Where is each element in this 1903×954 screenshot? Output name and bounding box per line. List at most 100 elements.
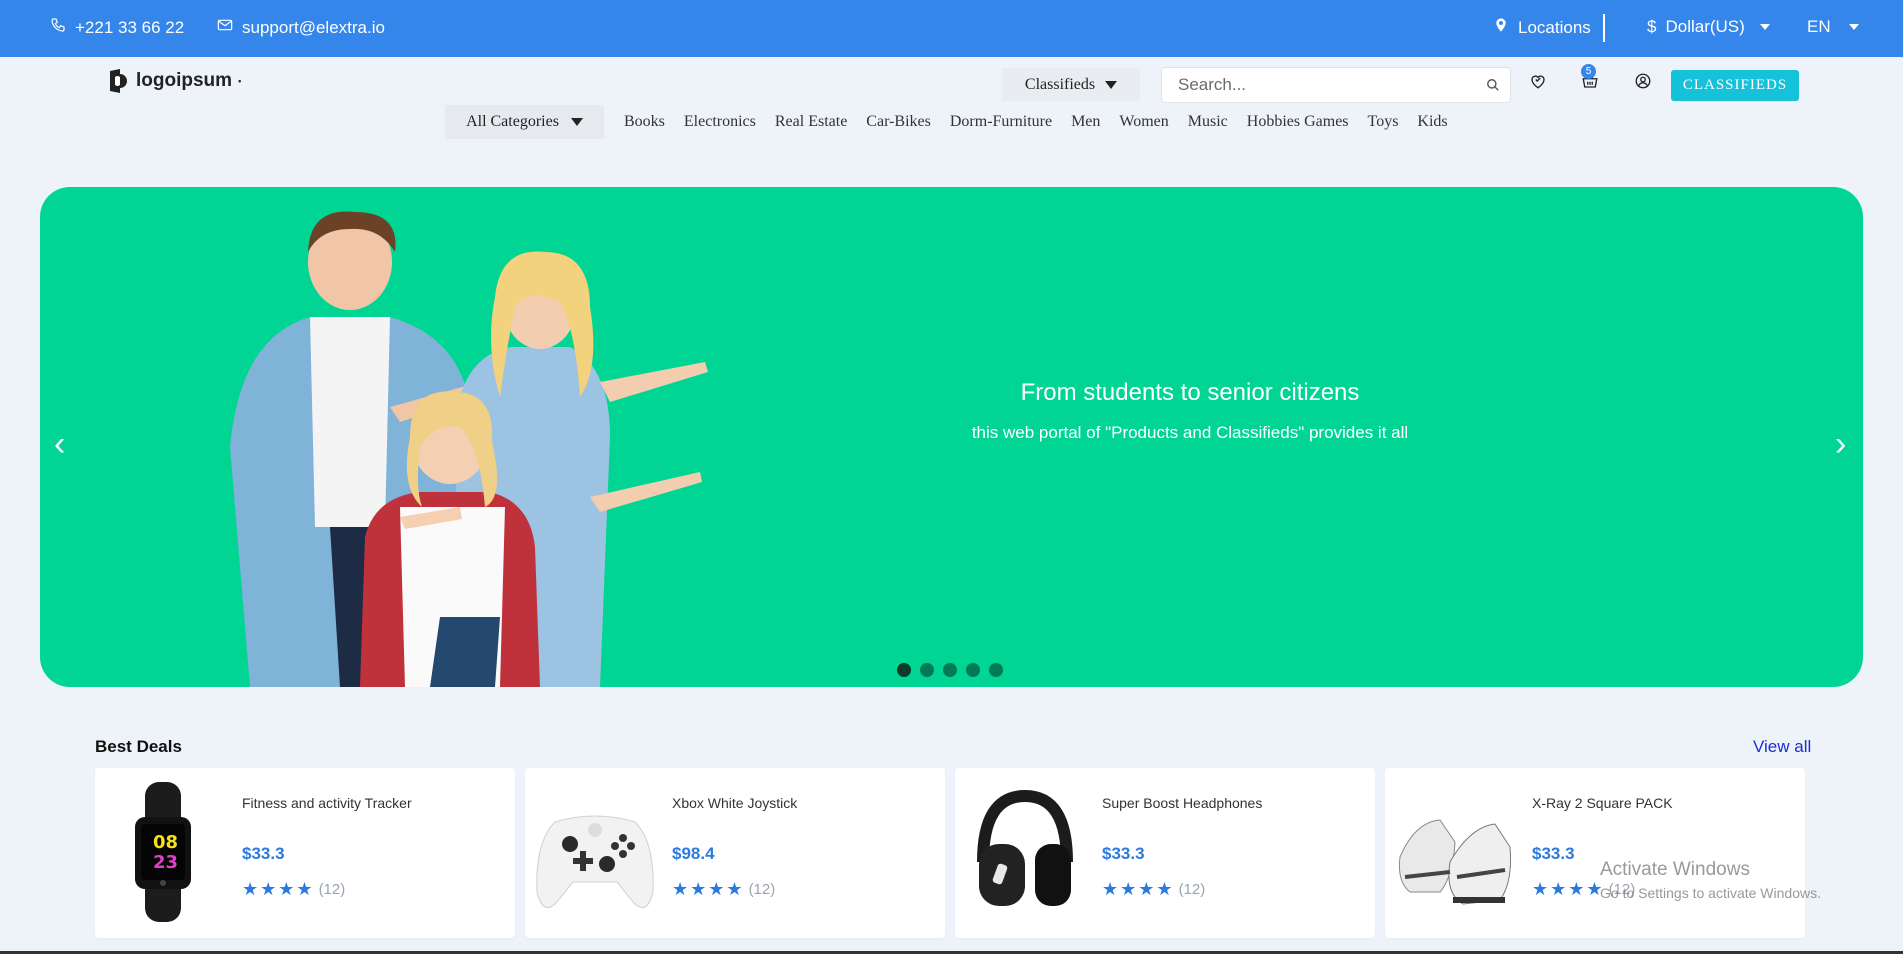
wishlist-heart-icon[interactable] (1529, 72, 1547, 95)
deals-list: 08 23 Fitness and activity Tracker $33.3… (95, 768, 1805, 938)
windows-activation-watermark: Activate Windows Go to Settings to activ… (1600, 859, 1821, 901)
star-icon: ★ (296, 879, 313, 899)
star-icon: ★ (1120, 879, 1137, 899)
product-price: $33.3 (242, 844, 285, 863)
map-pin-icon (1493, 17, 1509, 38)
product-name[interactable]: Super Boost Headphones (1102, 795, 1262, 811)
classifieds-dropdown[interactable]: Classifieds (1002, 68, 1140, 101)
star-icon: ★ (708, 879, 725, 899)
star-icon: ★ (278, 879, 295, 899)
svg-text:08: 08 (153, 832, 178, 853)
all-categories-dropdown[interactable]: All Categories (445, 105, 604, 139)
category-car-bikes[interactable]: Car-Bikes (866, 113, 931, 131)
category-men[interactable]: Men (1071, 113, 1100, 131)
carousel-dot[interactable] (943, 663, 957, 677)
category-kids[interactable]: Kids (1417, 113, 1447, 131)
star-icon: ★ (1532, 879, 1549, 899)
cart-count-badge: 5 (1581, 64, 1596, 79)
star-icon: ★ (1102, 879, 1119, 899)
carousel-dot[interactable] (966, 663, 980, 677)
review-count: (12) (748, 880, 776, 898)
category-real-estate[interactable]: Real Estate (775, 113, 847, 131)
user-account-icon[interactable] (1634, 72, 1652, 95)
chevron-down-icon (1848, 24, 1859, 30)
category-music[interactable]: Music (1188, 113, 1228, 131)
star-icon: ★ (260, 879, 277, 899)
currency-selector[interactable]: $ Dollar(US) (1647, 17, 1770, 37)
email-contact[interactable]: support@elextra.io (217, 17, 385, 38)
review-count: (12) (1178, 880, 1206, 898)
phone-number: +221 33 66 22 (75, 17, 185, 37)
carousel-dot[interactable] (989, 663, 1003, 677)
star-icon: ★ (1138, 879, 1155, 899)
logo-text: logoipsum (136, 70, 233, 91)
site-logo[interactable]: logoipsum • (108, 68, 241, 94)
product-name[interactable]: X-Ray 2 Square PACK (1532, 795, 1673, 811)
best-deals-heading: Best Deals (95, 737, 182, 756)
chevron-down-icon (1759, 24, 1770, 30)
logo-mark-icon (108, 68, 130, 94)
caret-down-icon (1105, 80, 1118, 89)
product-name[interactable]: Xbox White Joystick (672, 795, 797, 811)
classifieds-dropdown-label: Classifieds (1024, 75, 1096, 93)
classifieds-button[interactable]: CLASSIFIEDS (1671, 70, 1799, 101)
star-icon: ★ (672, 879, 689, 899)
phone-icon (50, 17, 66, 38)
star-icon: ★ (726, 879, 743, 899)
review-count: (12) (318, 880, 346, 898)
carousel-dot[interactable] (920, 663, 934, 677)
search-input[interactable] (1162, 68, 1462, 102)
carousel-prev-arrow[interactable]: ‹ (54, 427, 65, 461)
product-card[interactable]: 08 23 Fitness and activity Tracker $33.3… (95, 768, 515, 938)
star-icon: ★ (690, 879, 707, 899)
phone-contact[interactable]: +221 33 66 22 (50, 17, 184, 38)
category-hobbies-games[interactable]: Hobbies Games (1247, 113, 1349, 131)
product-rating: ★ ★ ★ ★ (12) (1102, 880, 1205, 898)
product-name[interactable]: Fitness and activity Tracker (242, 795, 412, 811)
product-card[interactable]: Xbox White Joystick $98.4 ★ ★ ★ ★ (12) (525, 768, 945, 938)
mail-icon (217, 17, 233, 38)
search-icon[interactable] (1486, 78, 1500, 97)
language-label: EN (1807, 17, 1831, 36)
carousel-next-arrow[interactable]: › (1835, 427, 1846, 461)
product-rating: ★ ★ ★ ★ (12) (672, 880, 775, 898)
watermark-subtitle: Go to Settings to activate Windows. (1600, 885, 1821, 901)
fitness-tracker-image: 08 23 (135, 782, 191, 922)
top-bar: +221 33 66 22 support@elextra.io Locatio… (0, 0, 1903, 57)
caret-down-icon (570, 118, 583, 126)
hero-carousel: From students to senior citizens this we… (40, 187, 1863, 687)
locations-link[interactable]: Locations (1493, 17, 1591, 38)
star-icon: ★ (1156, 879, 1173, 899)
headphones-image (977, 789, 1073, 906)
star-icon: ★ (1568, 879, 1585, 899)
product-card[interactable]: Super Boost Headphones $33.3 ★ ★ ★ ★ (12) (955, 768, 1375, 938)
watermark-title: Activate Windows (1600, 859, 1750, 880)
category-women[interactable]: Women (1119, 113, 1168, 131)
hero-subtitle: this web portal of "Products and Classif… (971, 423, 1409, 442)
email-address: support@elextra.io (242, 17, 385, 37)
category-electronics[interactable]: Electronics (684, 113, 756, 131)
star-icon: ★ (1550, 879, 1567, 899)
category-books[interactable]: Books (624, 113, 665, 131)
all-categories-label: All Categories (466, 113, 559, 130)
product-card[interactable]: X-Ray 2 Square PACK $33.3 ★ ★ ★ ★ (12) (1385, 768, 1805, 938)
product-rating: ★ ★ ★ ★ (12) (242, 880, 345, 898)
hero-title: From students to senior citizens (1020, 379, 1360, 406)
carousel-dot[interactable] (897, 663, 911, 677)
search-box (1161, 67, 1511, 103)
category-dorm-furniture[interactable]: Dorm-Furniture (950, 113, 1052, 131)
carousel-indicators (897, 663, 1003, 677)
star-icon: ★ (242, 879, 259, 899)
locations-label: Locations (1518, 17, 1591, 37)
view-all-link[interactable]: View all (1753, 737, 1811, 757)
sneakers-image (1399, 819, 1511, 905)
svg-text:23: 23 (153, 852, 178, 873)
language-selector[interactable]: EN (1807, 17, 1859, 37)
category-nav: Books Electronics Real Estate Car-Bikes … (624, 113, 1448, 131)
product-price: $33.3 (1532, 844, 1575, 863)
product-price: $98.4 (672, 844, 715, 863)
xbox-controller-image (536, 815, 654, 909)
currency-label: Dollar(US) (1665, 17, 1745, 36)
category-toys[interactable]: Toys (1368, 113, 1399, 131)
topbar-divider (1603, 14, 1605, 42)
